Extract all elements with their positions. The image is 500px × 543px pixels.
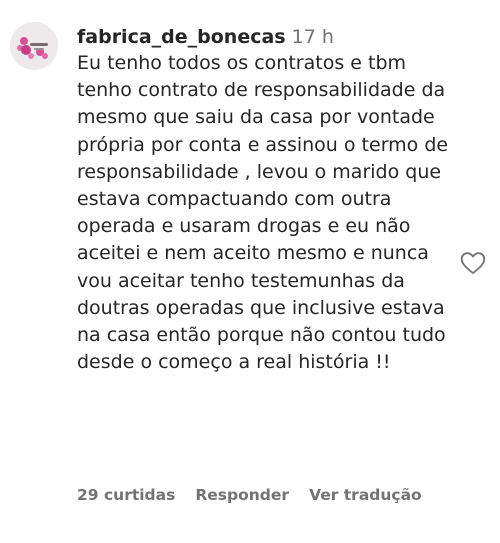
- reply-button[interactable]: Responder: [195, 486, 289, 504]
- avatar-logo: [10, 22, 58, 70]
- comment-time: 17 h: [291, 26, 334, 48]
- like-button[interactable]: [460, 251, 486, 275]
- username-link[interactable]: fabrica_de_bonecas: [77, 26, 286, 48]
- translate-button[interactable]: Ver tradução: [309, 486, 422, 504]
- comment-body: fabrica_de_bonecas 17 h Eu tenho todos os…: [77, 24, 452, 376]
- comment-text: Eu tenho todos os contratos e tbm tenho …: [77, 52, 449, 374]
- comment: fabrica_de_bonecas 17 h Eu tenho todos os…: [0, 0, 500, 543]
- heart-outline-icon: [460, 252, 486, 274]
- comment-actions: 29 curtidas Responder Ver tradução: [77, 486, 422, 504]
- comment-header: fabrica_de_bonecas 17 h: [77, 24, 452, 50]
- avatar[interactable]: [10, 22, 58, 70]
- likes-count[interactable]: 29 curtidas: [77, 486, 175, 504]
